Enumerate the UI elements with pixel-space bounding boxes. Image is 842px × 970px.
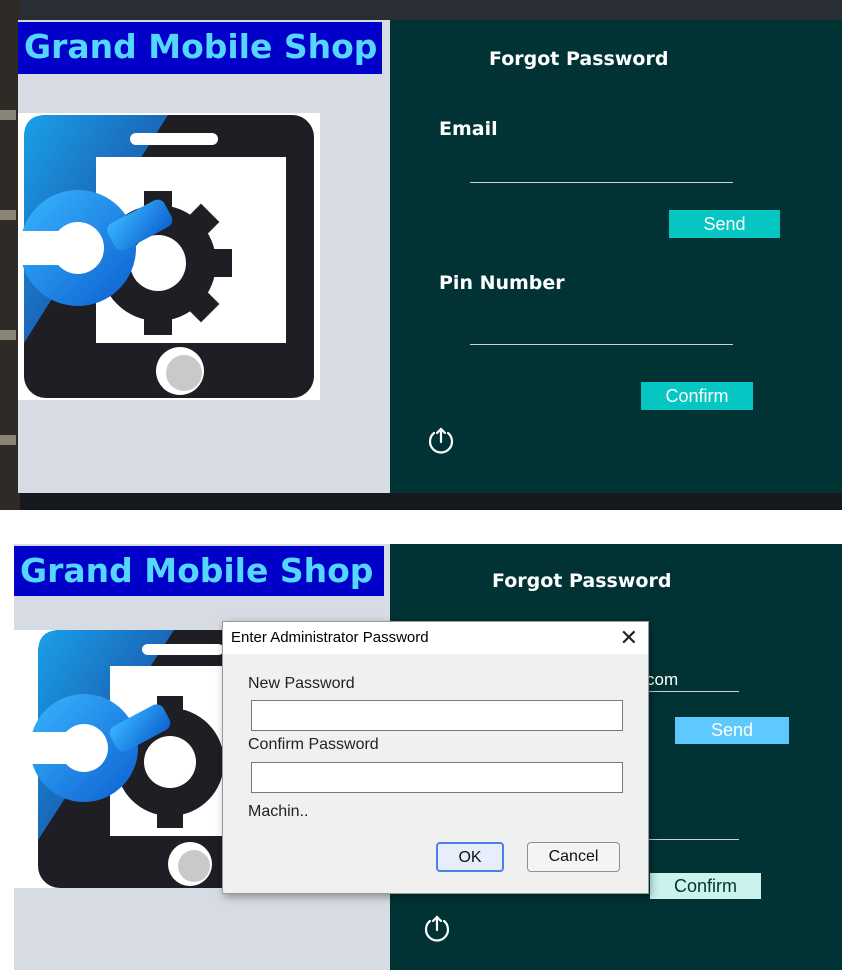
machine-label: Machin.. (248, 803, 309, 820)
desktop-fragment (0, 110, 16, 120)
desktop-edge (0, 0, 20, 510)
form-title: Forgot Password (489, 48, 669, 70)
close-icon[interactable]: ✕ (620, 625, 638, 651)
pin-number-label: Pin Number (439, 272, 565, 294)
new-password-label: New Password (248, 675, 355, 692)
brand-title: Grand Mobile Shop (18, 22, 382, 74)
power-icon[interactable] (424, 424, 458, 458)
ok-button[interactable]: OK (436, 842, 504, 872)
desktop-fragment (0, 435, 16, 445)
phone-repair-logo (18, 113, 320, 400)
confirm-button[interactable]: Confirm (641, 382, 753, 410)
phone-wrench-gear-icon (18, 115, 314, 398)
dialog-titlebar[interactable]: Enter Administrator Password ✕ (223, 622, 648, 654)
brand-title: Grand Mobile Shop (14, 546, 384, 596)
send-button[interactable]: Send (669, 210, 780, 238)
form-title: Forgot Password (492, 570, 672, 592)
desktop-fragment (0, 210, 16, 220)
email-field-partial-value: com (646, 670, 679, 689)
right-panel (390, 20, 842, 493)
dialog-title: Enter Administrator Password (231, 629, 429, 646)
confirm-password-label: Confirm Password (248, 736, 379, 753)
confirm-password-input[interactable] (251, 762, 623, 793)
new-password-input[interactable] (251, 700, 623, 731)
send-button[interactable]: Send (675, 717, 789, 744)
desktop-fragment (0, 330, 16, 340)
cancel-button[interactable]: Cancel (527, 842, 620, 872)
email-field[interactable] (646, 691, 739, 692)
pin-number-field[interactable] (648, 839, 739, 840)
pin-number-field[interactable] (470, 344, 733, 345)
admin-password-dialog: Enter Administrator Password ✕ New Passw… (222, 621, 649, 894)
email-label: Email (439, 118, 498, 140)
confirm-button[interactable]: Confirm (650, 873, 761, 899)
power-icon[interactable] (420, 912, 454, 946)
email-field[interactable] (470, 182, 733, 183)
